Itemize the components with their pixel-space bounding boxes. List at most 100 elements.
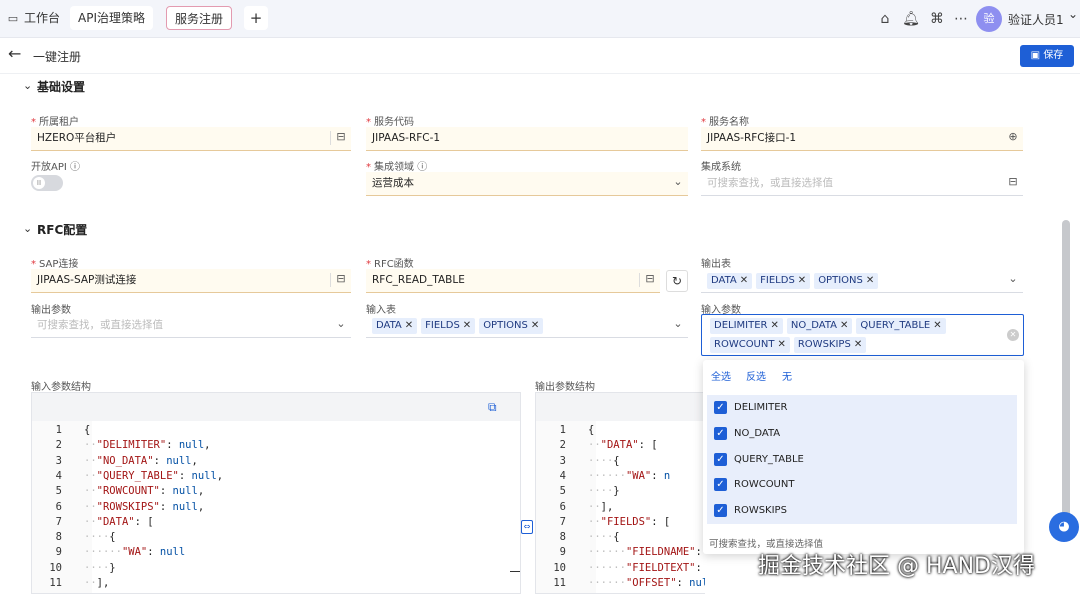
lookup-icon[interactable]: ⊟	[335, 273, 347, 285]
code-line: 3 ··"NO_DATA": null,	[32, 454, 520, 469]
close-icon[interactable]: ✕	[740, 275, 748, 286]
refresh-button[interactable]: ↻	[666, 270, 688, 292]
globe-icon[interactable]: ⊕	[1007, 131, 1019, 143]
option-rowskips[interactable]: ✓ ROWSKIPS	[707, 498, 1017, 524]
check-icon: ✓	[714, 478, 727, 491]
code-line: 11 ··],	[32, 576, 520, 591]
close-icon[interactable]: ✕	[463, 320, 471, 331]
close-icon[interactable]: ✕	[771, 320, 779, 331]
collapse-rfc-icon[interactable]: ⌄	[23, 222, 32, 235]
bell-icon[interactable]: 🔔︎	[902, 10, 920, 28]
tag[interactable]: FIELDS ✕	[421, 318, 476, 334]
tag[interactable]: QUERY_TABLE ✕	[856, 318, 946, 334]
code-line: 2 ··"DATA": [	[536, 438, 705, 453]
clear-icon[interactable]: ✕	[1007, 329, 1019, 341]
lookup-icon[interactable]: ⊟	[1007, 176, 1019, 188]
code-line: 1{	[32, 423, 520, 438]
service-code-label: * 服务代码	[366, 117, 414, 128]
check-icon: ✓	[714, 453, 727, 466]
rfc-func-label: * RFC函数	[366, 259, 414, 270]
back-arrow-icon[interactable]: ←	[8, 44, 21, 63]
service-name-field[interactable]: JIPAAS-RFC接口-1 ⊕	[701, 127, 1023, 151]
tag[interactable]: OPTIONS ✕	[479, 318, 544, 334]
code-line: 2 ··"DELIMITER": null,	[32, 438, 520, 453]
input-params-select[interactable]: DELIMITER ✕ NO_DATA ✕ QUERY_TABLE ✕ ROWCOUNT ✕…	[701, 314, 1024, 356]
page-scrollbar[interactable]	[1062, 220, 1070, 520]
add-tab-button[interactable]: +	[244, 6, 268, 30]
shirt-icon[interactable]: ⌘	[928, 10, 946, 28]
service-code-field[interactable]: JIPAAS-RFC-1	[366, 127, 688, 151]
code-text: ····}	[588, 485, 620, 498]
chevron-down-icon[interactable]: ⌄	[1068, 7, 1078, 21]
save-button[interactable]: ▣ 保存	[1020, 45, 1074, 67]
tag[interactable]: DATA ✕	[372, 318, 418, 334]
close-icon[interactable]: ✕	[840, 320, 848, 331]
assistant-float-button[interactable]: ◕	[1049, 512, 1079, 542]
code-line: 5 ··"ROWCOUNT": null,	[32, 484, 520, 499]
sap-label: * SAP连接	[31, 259, 79, 270]
close-icon[interactable]: ✕	[854, 339, 862, 350]
input-table-select[interactable]: DATA ✕ FIELDS ✕ OPTIONS ✕ ⌄	[366, 314, 688, 338]
code-text: ······"OFFSET": null,	[588, 577, 705, 589]
open-api-toggle[interactable]: II	[31, 175, 63, 191]
sap-field[interactable]: JIPAAS-SAP测试连接 ⊟	[31, 269, 351, 293]
tag[interactable]: DATA ✕	[707, 273, 753, 289]
output-struct-editor[interactable]: 1{2 ··"DATA": [3 ····{4 ······"WA": n 5 ····}…	[535, 392, 705, 594]
line-number: 2	[55, 439, 62, 452]
code-line: 3 ····{	[536, 454, 705, 469]
output-struct-label: 输出参数结构	[535, 382, 595, 393]
split-handle-icon[interactable]: ⇔	[521, 520, 533, 534]
option-no-data[interactable]: ✓ NO_DATA	[707, 421, 1017, 447]
line-number: 6	[559, 500, 566, 513]
input-struct-label: 输入参数结构	[31, 382, 91, 393]
line-number: 10	[49, 561, 62, 574]
avatar[interactable]: 验	[976, 6, 1002, 32]
chevron-down-icon[interactable]: ⌄	[672, 318, 684, 330]
code-line: 4 ······"WA": n	[536, 469, 705, 484]
close-icon[interactable]: ✕	[933, 320, 941, 331]
collapse-basic-icon[interactable]: ⌄	[23, 79, 32, 92]
copy-icon[interactable]: ⧉	[488, 400, 497, 415]
tag[interactable]: DELIMITER ✕	[710, 318, 783, 334]
close-icon[interactable]: ✕	[405, 320, 413, 331]
chevron-down-icon[interactable]: ⌄	[672, 176, 684, 188]
invert-selection-button[interactable]: 反选	[746, 368, 766, 383]
chevron-down-icon[interactable]: ⌄	[335, 318, 347, 330]
select-all-button[interactable]: 全选	[711, 368, 731, 383]
close-icon[interactable]: ✕	[866, 275, 874, 286]
lookup-icon[interactable]: ⊟	[644, 273, 656, 285]
input-struct-editor[interactable]: ⧉ 1{2 ··"DELIMITER": null, 3 ··"NO_DATA": n…	[31, 392, 521, 594]
close-icon[interactable]: ✕	[531, 320, 539, 331]
domain-select[interactable]: 运营成本 ⌄	[366, 172, 688, 196]
tab-api-policy[interactable]: API治理策略	[70, 6, 153, 30]
tenant-field[interactable]: HZERO平台租户 ⊟	[31, 127, 351, 151]
code-text: ··"ROWCOUNT": null,	[84, 485, 205, 498]
tag[interactable]: ROWSKIPS ✕	[793, 337, 867, 353]
rfc-func-field[interactable]: RFC_READ_TABLE ⊟	[366, 269, 660, 293]
code-text: ····{	[84, 531, 116, 544]
tag[interactable]: NO_DATA ✕	[786, 318, 853, 334]
code-text: ··"QUERY_TABLE": null,	[84, 469, 224, 482]
tab-service-register[interactable]: 服务注册	[166, 6, 233, 30]
output-params-select[interactable]: 可搜索查找，或直接选择值 ⌄	[31, 314, 351, 338]
chevron-down-icon[interactable]: ⌄	[1007, 273, 1019, 285]
tag[interactable]: ROWCOUNT ✕	[710, 337, 790, 353]
home-icon[interactable]: ⌂	[876, 10, 894, 28]
lookup-icon[interactable]: ⊟	[335, 131, 347, 143]
close-icon[interactable]: ✕	[777, 339, 785, 350]
option-delimiter[interactable]: ✓ DELIMITER	[707, 395, 1017, 421]
option-rowcount[interactable]: ✓ ROWCOUNT	[707, 472, 1017, 498]
page-title: 一键注册	[33, 50, 82, 64]
more-icon[interactable]: ⋯	[952, 10, 970, 28]
code-line: 5 ····}	[536, 484, 705, 499]
user-name[interactable]: 验证人员1	[1008, 11, 1064, 28]
tag[interactable]: FIELDS ✕	[756, 273, 811, 289]
output-table-select[interactable]: DATA ✕ FIELDS ✕ OPTIONS ✕ ⌄	[701, 269, 1023, 293]
close-icon[interactable]: ✕	[798, 275, 806, 286]
tag[interactable]: OPTIONS ✕	[814, 273, 879, 289]
select-none-button[interactable]: 无	[782, 368, 792, 383]
option-query-table[interactable]: ✓ QUERY_TABLE	[707, 447, 1017, 473]
system-field[interactable]: 可搜索查找，或直接选择值 ⊟	[701, 172, 1023, 196]
tab-workbench[interactable]: 工作台	[16, 6, 68, 30]
line-number: 7	[55, 515, 62, 528]
